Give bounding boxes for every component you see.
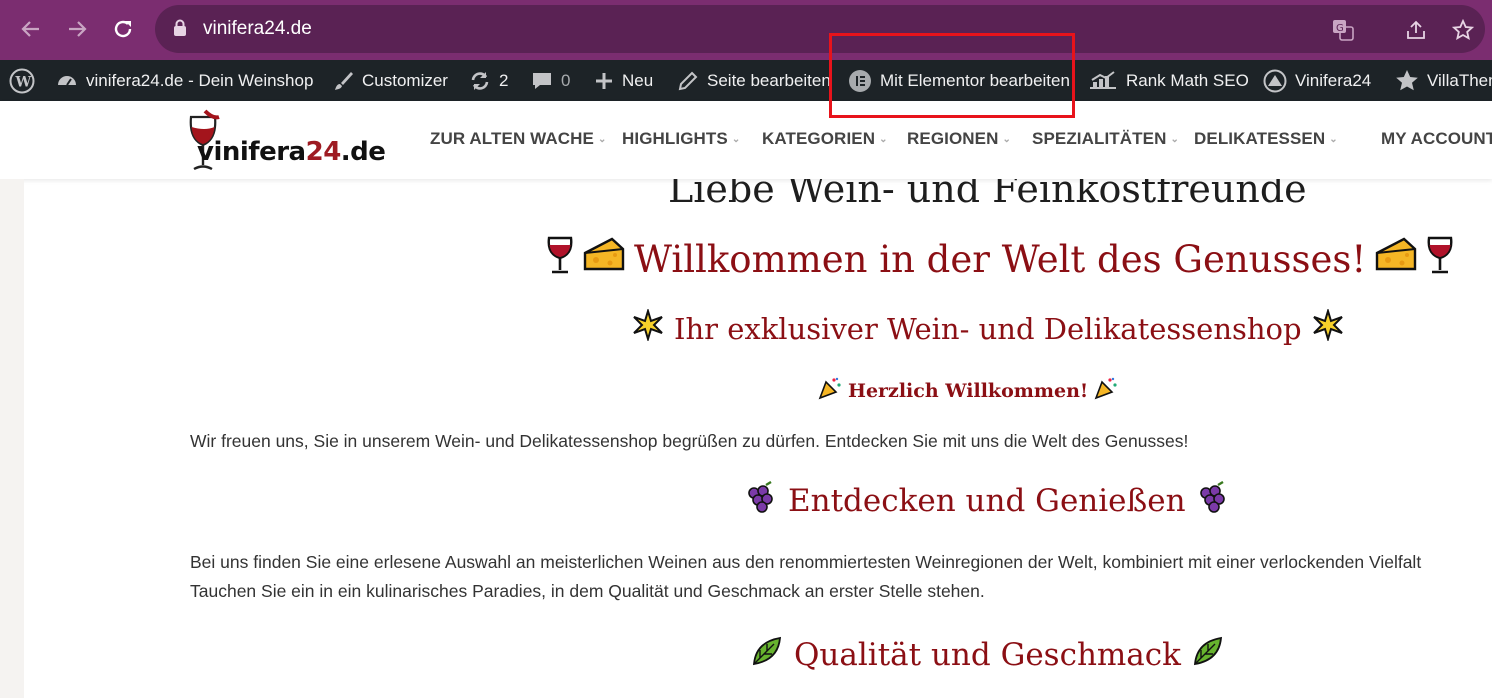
vinifera24-menu[interactable]: Vinifera24 [1263,60,1371,101]
reload-button[interactable] [108,14,138,44]
menu-item-spezialitaeten[interactable]: SPEZIALITÄTEN ⌄ [1032,129,1179,149]
svg-text:W: W [15,74,32,90]
updates-count: 2 [499,70,509,90]
heading-top: Liebe Wein- und Feinkostfreunde [668,179,1307,211]
menu-item-my-account[interactable]: MY ACCOUNT [1381,129,1492,149]
villatheme-menu[interactable]: VillaThem [1395,60,1492,101]
menu-item-kategorien[interactable]: KATEGORIEN ⌄ [762,129,888,149]
quality-heading: Qualität und Geschmack [750,634,1225,676]
chevron-down-icon: ⌄ [879,134,888,145]
menu-item-label: KATEGORIEN [762,129,876,148]
logo-number-text: 24 [305,137,342,167]
translate-icon[interactable]: G [1330,17,1356,43]
chevron-down-icon: ⌄ [1002,134,1011,145]
customizer-link[interactable]: Customizer [332,60,448,101]
lock-icon [173,19,187,42]
url-text[interactable]: vinifera24.de [203,18,312,40]
discover-heading: Entdecken und Genießen [744,480,1230,521]
share-icon[interactable] [1403,17,1429,43]
reload-icon [114,20,132,38]
back-button[interactable] [16,14,46,44]
logo-main-text: vinifera [197,137,306,167]
browser-toolbar: vinifera24.de G [0,0,1492,60]
menu-item-label: HIGHLIGHTS [622,129,728,148]
comment-bubble-icon [531,70,553,92]
star-icon [1395,69,1419,93]
menu-item-delikatessen[interactable]: DELIKATESSEN ⌄ [1194,129,1338,149]
menu-item-label: DELIKATESSEN [1194,129,1326,148]
site-header: vinifera24.de ZUR ALTEN WACHE ⌄ HIGHLIGHT… [0,101,1492,179]
wine-glass-icon [1426,235,1454,284]
party-popper-icon [818,376,842,405]
party-popper-icon [1094,376,1118,405]
cheese-icon [1374,235,1418,284]
edit-page-label: Seite bearbeiten [707,70,831,90]
site-logo-text[interactable]: vinifera24.de [197,137,386,167]
menu-item-label: REGIONEN [907,129,999,148]
welcome-heading: Willkommen in der Welt des Genusses! [546,235,1454,284]
villatheme-label: VillaThem [1427,70,1492,90]
rank-math-menu[interactable]: Rank Math SEO [1088,60,1249,101]
address-bar[interactable]: vinifera24.de G [155,5,1485,53]
paintbrush-icon [332,70,354,92]
wordpress-icon: W [9,68,35,94]
plus-icon [594,71,614,91]
comments-count: 0 [561,70,571,90]
sparkle-star-icon [1312,307,1344,348]
page-content: Liebe Wein- und Feinkostfreunde Willkomm… [24,179,1492,698]
customizer-label: Customizer [362,70,448,90]
vinifera24-label: Vinifera24 [1295,70,1372,90]
menu-item-highlights[interactable]: HIGHLIGHTS ⌄ [622,129,740,149]
wine-glass-icon [546,235,574,284]
left-margin-strip [0,179,24,698]
comments-link[interactable]: 0 [531,60,570,101]
back-arrow-icon [21,21,39,37]
rank-math-label: Rank Math SEO [1126,70,1249,90]
new-content-menu[interactable]: Neu [594,60,653,101]
shop-title-heading: Ihr exklusiver Wein- und Delikatessensho… [632,307,1344,348]
leaf-icon [750,634,784,676]
quality-title-text: Qualität und Geschmack [794,637,1181,673]
wordpress-logo-button[interactable]: W [9,60,35,101]
welcome-text: Willkommen in der Welt des Genusses! [634,238,1367,281]
mountain-circle-icon [1263,69,1287,93]
menu-item-label: MY ACCOUNT [1381,129,1492,148]
discover-paragraph-line2: Tauchen Sie ein in ein kulinarisches Par… [190,581,985,601]
site-name-menu[interactable]: vinifera24.de - Dein Weinshop [56,60,313,101]
discover-paragraph-line1: Bei uns finden Sie eine erlesene Auswahl… [190,552,1422,572]
discover-title-text: Entdecken und Genießen [788,483,1186,519]
edit-page-link[interactable]: Seite bearbeiten [677,60,831,101]
chevron-down-icon: ⌄ [731,134,741,145]
svg-text:G: G [1336,23,1344,34]
updates-refresh-icon [469,70,491,92]
greeting-heading: Herzlich Willkommen! [818,376,1118,405]
chevron-down-icon: ⌄ [1329,134,1338,145]
chevron-down-icon: ⌄ [597,134,607,145]
menu-item-regionen[interactable]: REGIONEN ⌄ [907,129,1011,149]
wp-admin-bar: W vinifera24.de - Dein Weinshop Customiz… [0,60,1492,101]
cheese-icon [582,235,626,284]
menu-item-zur-alten-wache[interactable]: ZUR ALTEN WACHE ⌄ [430,129,606,149]
greeting-text: Herzlich Willkommen! [848,379,1089,402]
site-name-label: vinifera24.de - Dein Weinshop [86,70,314,90]
pencil-icon [677,70,699,92]
bookmark-star-icon[interactable] [1450,17,1476,43]
rank-math-chart-icon [1088,70,1118,92]
grapes-icon [744,480,778,521]
intro-paragraph: Wir freuen uns, Sie in unserem Wein- und… [190,431,1189,451]
logo-tld-text: .de [340,137,386,167]
chevron-down-icon: ⌄ [1170,134,1179,145]
menu-item-label: SPEZIALITÄTEN [1032,129,1167,148]
new-label: Neu [622,70,654,90]
updates-link[interactable]: 2 [469,60,508,101]
sparkle-star-icon [632,307,664,348]
forward-arrow-icon [69,21,87,37]
menu-item-label: ZUR ALTEN WACHE [430,129,594,148]
leaf-icon [1191,634,1225,676]
shop-title-text: Ihr exklusiver Wein- und Delikatessensho… [674,311,1302,346]
grapes-icon [1196,480,1230,521]
dashboard-gauge-icon [56,70,78,92]
annotation-highlight-box [829,33,1075,118]
forward-button[interactable] [62,14,92,44]
